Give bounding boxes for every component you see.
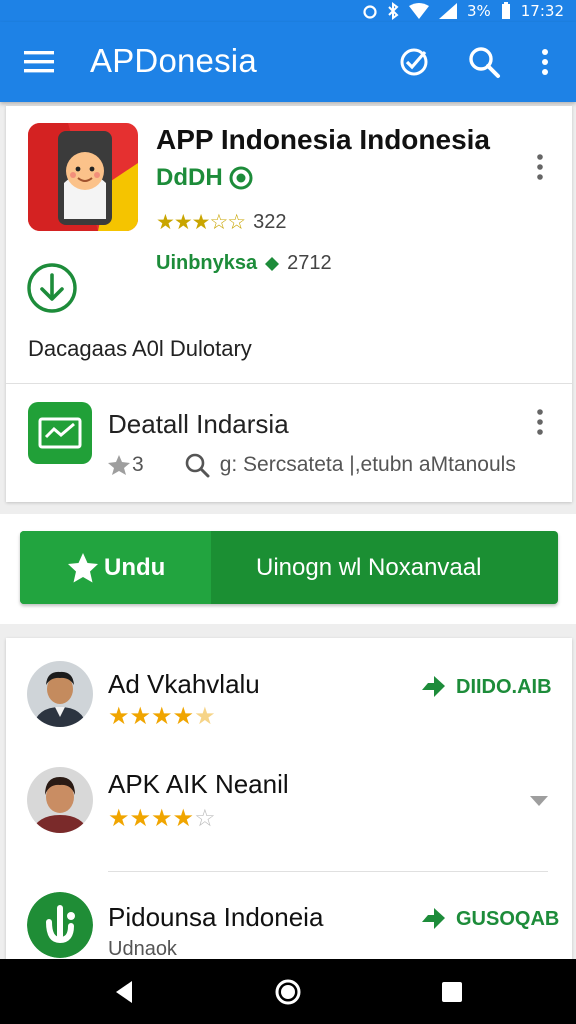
review-3-name: Pidounsa Indoneia bbox=[108, 902, 324, 932]
app-bar: APDonesia bbox=[0, 22, 576, 102]
app-title: APDonesia bbox=[90, 42, 257, 79]
wifi-icon bbox=[408, 3, 429, 19]
avatar bbox=[27, 892, 93, 958]
developer-name[interactable]: DdDH bbox=[156, 164, 253, 192]
verified-check-icon[interactable] bbox=[396, 44, 432, 80]
search-icon[interactable] bbox=[466, 44, 502, 80]
star-icon bbox=[68, 553, 98, 583]
reviews-divider bbox=[108, 871, 548, 872]
install-left-button[interactable]: Undu bbox=[20, 531, 211, 604]
search-small-icon bbox=[185, 453, 210, 478]
rating-count: 322 bbox=[253, 210, 287, 233]
detail-meta-text: g: Sercsateta |,etubn aMtanouls bbox=[219, 453, 516, 476]
avatar bbox=[27, 661, 93, 727]
review-3-tag-label: GUSOQAB bbox=[456, 907, 560, 930]
app-name: APP Indonesia Indonesia bbox=[156, 124, 491, 155]
app-icon bbox=[28, 123, 138, 231]
review-3-sub: Udnaok bbox=[108, 938, 177, 960]
review-1-name: Ad Vkahvlalu bbox=[108, 669, 260, 699]
rating-row: ★★★☆☆ 322 bbox=[156, 210, 287, 234]
clock: 17:32 bbox=[520, 2, 564, 20]
status-bar: 3% 17:32 bbox=[0, 0, 576, 22]
hamburger-menu-icon[interactable] bbox=[24, 49, 54, 75]
bluetooth-icon bbox=[388, 2, 399, 20]
review-1-stars: ★★★★★ bbox=[108, 702, 216, 730]
card-divider bbox=[6, 383, 572, 384]
app-description: Dacagaas A0l Dulotary bbox=[28, 336, 252, 361]
share-arrow-icon bbox=[422, 676, 445, 697]
review-1-stars-half: ★ bbox=[194, 702, 216, 730]
downloads-badge-icon bbox=[265, 256, 280, 271]
home-icon[interactable] bbox=[273, 977, 303, 1007]
downloads-count: 2712 bbox=[287, 252, 332, 274]
status-icons: 3% 17:32 bbox=[363, 2, 564, 20]
install-left-label: Undu bbox=[104, 554, 166, 581]
review-1-tag-label: DIIDO.AIB bbox=[456, 675, 552, 698]
share-arrow-icon bbox=[422, 908, 445, 929]
review-2-stars-empty: ☆ bbox=[194, 804, 216, 832]
review-1-tag[interactable]: DIIDO.AIB bbox=[420, 674, 552, 700]
downloads-row: Uinbnyksa 2712 bbox=[156, 252, 332, 275]
detail-app-icon bbox=[28, 402, 92, 464]
install-right-label[interactable]: Uinogn wl Noxanvaal bbox=[256, 554, 481, 582]
battery-icon bbox=[501, 2, 510, 19]
signal-icon bbox=[438, 3, 457, 19]
chevron-down-icon[interactable] bbox=[529, 795, 549, 807]
star-outline-icon bbox=[108, 455, 130, 475]
app-more-options-icon[interactable] bbox=[530, 150, 550, 186]
review-2-stars-filled: ★★★★ bbox=[108, 804, 195, 832]
detail-count: 3 bbox=[132, 453, 144, 476]
detail-title[interactable]: Deatall Indarsia bbox=[108, 409, 289, 440]
battery-percent: 3% bbox=[466, 2, 491, 20]
detail-more-options-icon[interactable] bbox=[530, 405, 550, 441]
back-icon[interactable] bbox=[110, 977, 140, 1007]
review-1-stars-filled: ★★★★ bbox=[108, 702, 195, 730]
review-2-name: APK AIK Neanil bbox=[108, 769, 289, 799]
detail-meta-row: 3 g: Sercsateta |,etubn aMtanouls bbox=[106, 452, 516, 478]
developer-label: DdDH bbox=[156, 164, 223, 191]
developer-badge-icon bbox=[229, 166, 253, 190]
download-icon[interactable] bbox=[26, 262, 78, 314]
review-3-tag[interactable]: GUSOQAB bbox=[420, 906, 559, 932]
overflow-menu-icon[interactable] bbox=[527, 44, 563, 80]
rating-stars: ★★★☆☆ bbox=[156, 210, 246, 234]
review-2-stars: ★★★★☆ bbox=[108, 804, 216, 832]
system-nav-bar bbox=[0, 959, 576, 1024]
recents-icon[interactable] bbox=[437, 977, 467, 1007]
avatar bbox=[27, 767, 93, 833]
install-button-bar: Undu Uinogn wl Noxanvaal bbox=[20, 531, 558, 604]
alarm-icon bbox=[363, 5, 377, 19]
downloads-label: Uinbnyksa bbox=[156, 252, 258, 274]
